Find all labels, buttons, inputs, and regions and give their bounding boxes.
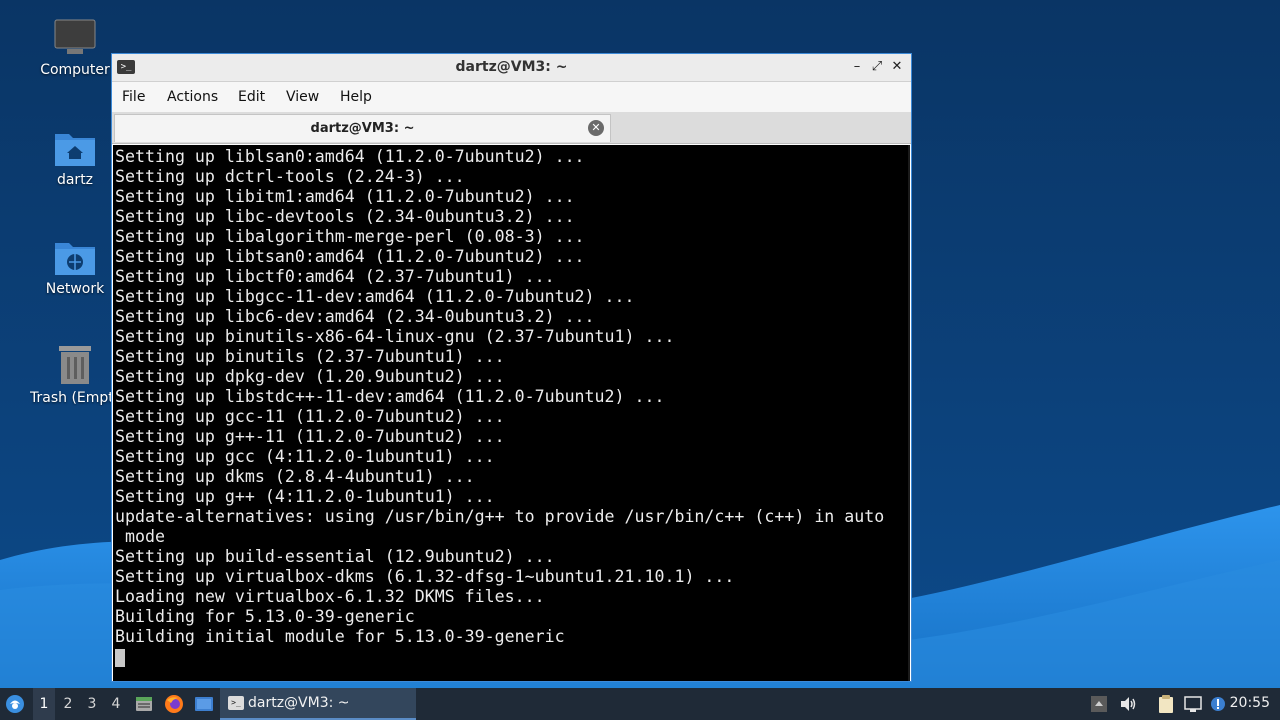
terminal-line: update-alternatives: using /usr/bin/g++ …	[115, 507, 885, 526]
menu-edit[interactable]: Edit	[238, 89, 265, 105]
network-monitor-icon[interactable]	[1183, 694, 1203, 714]
tab-title: dartz@VM3: ~	[310, 121, 415, 136]
workspace-4-button[interactable]: 4	[105, 688, 127, 720]
minimize-button[interactable]: –	[849, 59, 865, 75]
terminal-output[interactable]: Setting up liblsan0:amd64 (11.2.0-7ubunt…	[113, 145, 910, 681]
terminal-line: Setting up libc-devtools (2.34-0ubuntu3.…	[115, 207, 575, 226]
terminal-scrollbar[interactable]	[908, 145, 910, 681]
menu-file[interactable]: File	[122, 89, 145, 105]
tab-bar: dartz@VM3: ~ ✕	[112, 112, 911, 144]
terminal-window: >_ dartz@VM3: ~ – ⤢ ✕ File Actions Edit …	[111, 53, 912, 682]
desktop-icon-label: Trash (Empty)	[30, 390, 120, 406]
menubar: File Actions Edit View Help	[112, 82, 911, 112]
terminal-line: Setting up liblsan0:amd64 (11.2.0-7ubunt…	[115, 147, 585, 166]
terminal-lines: Setting up liblsan0:amd64 (11.2.0-7ubunt…	[115, 147, 884, 647]
file-manager-icon[interactable]	[134, 694, 154, 714]
home-folder-icon	[55, 134, 95, 166]
trash-icon	[59, 346, 91, 384]
terminal-line: Setting up virtualbox-dkms (6.1.32-dfsg-…	[115, 567, 735, 586]
terminal-line: Setting up dctrl-tools (2.24-3) ...	[115, 167, 465, 186]
terminal-line: Building for 5.13.0-39-generic	[115, 607, 415, 626]
terminal-line: Setting up binutils (2.37-7ubuntu1) ...	[115, 347, 505, 366]
menu-actions[interactable]: Actions	[167, 89, 218, 105]
terminal-line: Loading new virtualbox-6.1.32 DKMS files…	[115, 587, 545, 606]
terminal-line: Setting up libgcc-11-dev:amd64 (11.2.0-7…	[115, 287, 635, 306]
network-folder-icon	[55, 243, 95, 275]
terminal-line: Setting up gcc-11 (11.2.0-7ubuntu2) ...	[115, 407, 505, 426]
terminal-line: Setting up libitm1:amd64 (11.2.0-7ubuntu…	[115, 187, 575, 206]
terminal-line: Setting up libalgorithm-merge-perl (0.08…	[115, 227, 585, 246]
terminal-cursor	[115, 649, 125, 667]
show-desktop-icon[interactable]	[194, 694, 214, 714]
clipboard-icon[interactable]	[1156, 694, 1176, 714]
taskbar-task-terminal[interactable]: >_ dartz@VM3: ~	[220, 688, 416, 720]
computer-icon	[54, 19, 96, 54]
terminal-line: Setting up gcc (4:11.2.0-1ubuntu1) ...	[115, 447, 495, 466]
window-title: dartz@VM3: ~	[455, 59, 568, 75]
window-titlebar[interactable]: >_ dartz@VM3: ~ – ⤢ ✕	[112, 54, 911, 82]
terminal-line: Setting up g++-11 (11.2.0-7ubuntu2) ...	[115, 427, 505, 446]
tab-close-button[interactable]: ✕	[588, 120, 604, 136]
tray-up-arrow-icon[interactable]	[1090, 694, 1108, 714]
terminal-task-icon: >_	[228, 696, 244, 710]
terminal-line: Setting up dkms (2.8.4-4ubuntu1) ...	[115, 467, 475, 486]
terminal-line: Setting up g++ (4:11.2.0-1ubuntu1) ...	[115, 487, 495, 506]
terminal-line: mode	[115, 527, 165, 546]
terminal-line: Setting up libc6-dev:amd64 (2.34-0ubuntu…	[115, 307, 595, 326]
firefox-icon[interactable]	[164, 694, 184, 714]
close-button[interactable]: ✕	[889, 59, 905, 75]
tab-terminal[interactable]: dartz@VM3: ~ ✕	[114, 114, 611, 142]
update-notifier-icon[interactable]	[1208, 694, 1228, 714]
terminal-line: Setting up dpkg-dev (1.20.9ubuntu2) ...	[115, 367, 505, 386]
menu-help[interactable]: Help	[340, 89, 372, 105]
task-label: dartz@VM3: ~	[248, 695, 350, 711]
terminal-line: Setting up build-essential (12.9ubuntu2)…	[115, 547, 555, 566]
terminal-line: Setting up libctf0:amd64 (2.37-7ubuntu1)…	[115, 267, 555, 286]
clock[interactable]: 20:55	[1230, 695, 1270, 711]
terminal-line: Setting up libtsan0:amd64 (11.2.0-7ubunt…	[115, 247, 585, 266]
terminal-line: Building initial module for 5.13.0-39-ge…	[115, 627, 565, 646]
volume-icon[interactable]	[1118, 694, 1138, 714]
taskbar: 1 2 3 4 >_ dartz@VM3: ~ 20:55	[0, 688, 1280, 720]
maximize-button[interactable]: ⤢	[869, 59, 885, 75]
workspace-1-button[interactable]: 1	[33, 688, 55, 720]
menu-view[interactable]: View	[286, 89, 319, 105]
terminal-line: Setting up libstdc++-11-dev:amd64 (11.2.…	[115, 387, 665, 406]
lubuntu-logo-icon[interactable]	[5, 694, 25, 714]
terminal-line: Setting up binutils-x86-64-linux-gnu (2.…	[115, 327, 675, 346]
workspace-2-button[interactable]: 2	[57, 688, 79, 720]
workspace-3-button[interactable]: 3	[81, 688, 103, 720]
